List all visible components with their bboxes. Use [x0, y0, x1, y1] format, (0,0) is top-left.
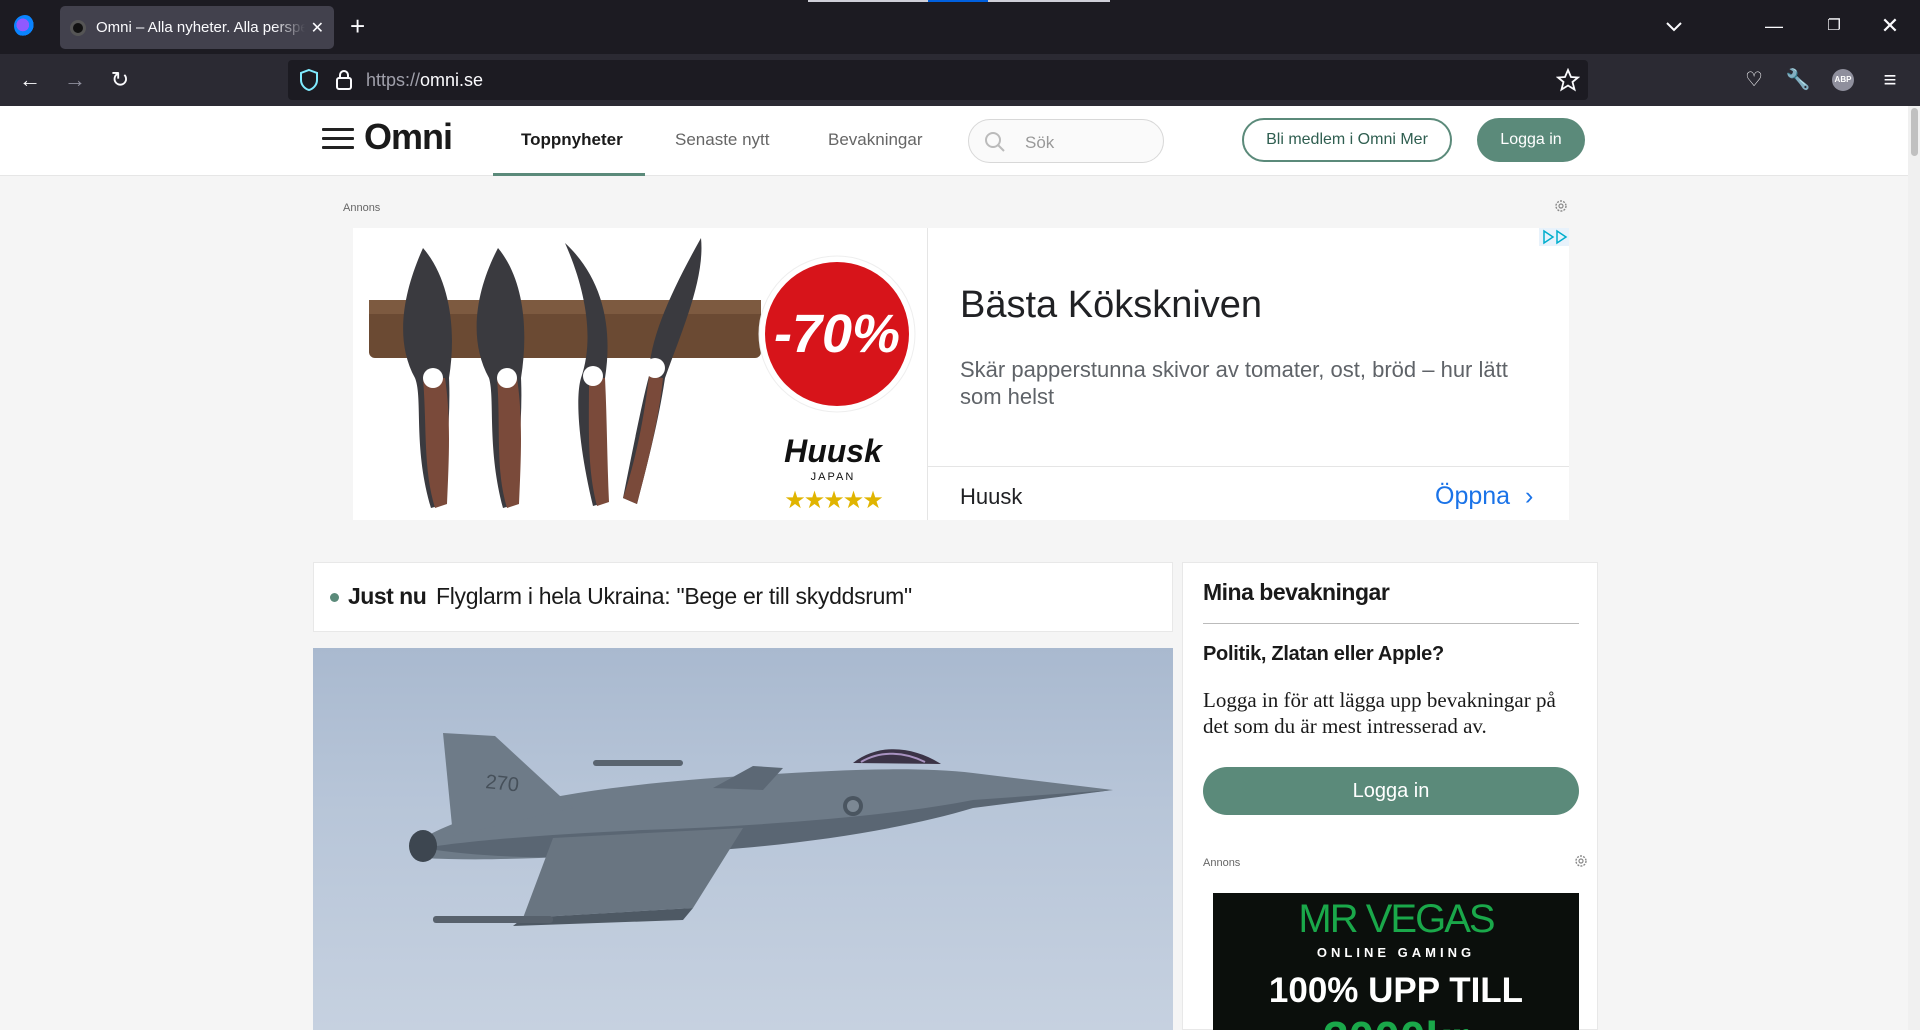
- huusk-logo: Huusk: [784, 433, 884, 469]
- reload-icon[interactable]: ↻: [106, 66, 134, 94]
- tail-number: 270: [484, 771, 519, 796]
- bookmark-star-icon[interactable]: [1556, 68, 1580, 92]
- browser-tab-bar: Omni – Alla nyheter. Alla perspektiv. ✕ …: [0, 0, 1920, 54]
- omni-favicon-icon: [70, 19, 86, 36]
- ad-advertiser: Huusk: [960, 484, 1023, 509]
- casino-advertisement[interactable]: MR VEGAS ONLINE GAMING 100% UPP TILL 300…: [1213, 893, 1579, 1030]
- minimize-icon[interactable]: —: [1762, 14, 1786, 38]
- tab-close-icon[interactable]: ✕: [311, 18, 324, 38]
- search-icon: [985, 132, 1005, 152]
- tab-senaste-nytt[interactable]: Senaste nytt: [675, 130, 770, 150]
- site-header: Omni Toppnyheter Senaste nytt Bevakninga…: [0, 106, 1908, 176]
- casino-amount: 3000kr: [1213, 1011, 1579, 1030]
- panel-login-button[interactable]: Logga in: [1203, 767, 1579, 815]
- site-menu-icon[interactable]: [322, 128, 354, 152]
- drag-indicator: [808, 0, 1110, 2]
- menu-hamburger-icon[interactable]: ≡: [1876, 66, 1904, 94]
- omni-logo[interactable]: Omni: [364, 116, 453, 158]
- search-placeholder: Sök: [1025, 133, 1055, 152]
- adchoices-icon[interactable]: [1539, 228, 1569, 246]
- ad-open-link[interactable]: Öppna ›: [1435, 482, 1533, 511]
- side-ad-label: Annons: [1203, 857, 1241, 869]
- side-ad-settings-gear-icon[interactable]: [1573, 853, 1589, 869]
- lock-icon[interactable]: [334, 68, 354, 92]
- search-input[interactable]: Sök: [968, 119, 1164, 163]
- url-text[interactable]: https://omni.se: [366, 70, 483, 91]
- chevron-right-icon: ›: [1525, 482, 1534, 510]
- casino-logo: MR VEGAS: [1298, 897, 1495, 941]
- browser-tab-active[interactable]: Omni – Alla nyheter. Alla perspektiv. ✕: [60, 6, 334, 49]
- login-button[interactable]: Logga in: [1477, 118, 1585, 162]
- page-scrollbar[interactable]: [1908, 106, 1920, 1030]
- ad-description: Skär papperstunna skivor av tomater, ost…: [960, 357, 1508, 409]
- restore-icon[interactable]: ❐: [1822, 14, 1846, 38]
- close-window-icon[interactable]: ✕: [1878, 14, 1902, 38]
- wrench-icon[interactable]: 🔧: [1784, 66, 1812, 94]
- back-arrow-icon[interactable]: ←: [16, 66, 44, 94]
- tab-title: Omni – Alla nyheter. Alla perspektiv.: [96, 19, 305, 36]
- become-member-button[interactable]: Bli medlem i Omni Mer: [1242, 118, 1452, 162]
- live-dot-icon: [330, 593, 339, 602]
- panel-subtitle: Politik, Zlatan eller Apple?: [1203, 643, 1444, 665]
- huusk-logo-sub: JAPAN: [811, 471, 856, 483]
- ad-title[interactable]: Bästa Kökskniven: [960, 284, 1262, 327]
- new-tab-button[interactable]: +: [350, 12, 365, 40]
- just-now-label: Just nu: [348, 583, 427, 609]
- knife-ad-image[interactable]: -70% Huusk JAPAN ★★★★★: [353, 228, 927, 520]
- top-advertisement[interactable]: -70% Huusk JAPAN ★★★★★ Bästa Kökskniven …: [353, 228, 1569, 520]
- panel-title: Mina bevakningar: [1203, 579, 1390, 605]
- shield-icon[interactable]: [298, 68, 320, 92]
- tab-toppnyheter[interactable]: Toppnyheter: [521, 130, 623, 150]
- address-bar[interactable]: https://omni.se: [288, 60, 1588, 100]
- my-subscriptions-panel: Mina bevakningar Politik, Zlatan eller A…: [1182, 562, 1598, 1030]
- tab-bevakningar[interactable]: Bevakningar: [828, 130, 923, 150]
- pocket-icon[interactable]: ♡: [1740, 66, 1768, 94]
- adblock-plus-icon[interactable]: ABP: [1832, 69, 1854, 91]
- rating-stars: ★★★★★: [784, 486, 882, 514]
- web-page: Omni Toppnyheter Senaste nytt Bevakninga…: [0, 106, 1920, 1030]
- ad-label: Annons: [343, 202, 381, 214]
- discount-badge: -70%: [774, 304, 900, 364]
- panel-body: Logga in för att lägga upp bevakningar p…: [1203, 688, 1556, 738]
- fighter-jet-image: 270: [409, 733, 1113, 926]
- active-tab-underline: [493, 173, 645, 176]
- breaking-headline[interactable]: Flyglarm i hela Ukraina: "Bege er till s…: [436, 583, 912, 610]
- knives-illustration: [403, 238, 702, 508]
- ad-settings-gear-icon[interactable]: [1553, 198, 1569, 214]
- forward-arrow-icon[interactable]: →: [61, 66, 89, 94]
- casino-offer: 100% UPP TILL: [1268, 971, 1524, 1010]
- breaking-news-bar[interactable]: Just nu Flyglarm i hela Ukraina: "Bege e…: [313, 562, 1173, 632]
- tab-list-chevron-icon[interactable]: [1664, 16, 1684, 36]
- casino-tagline: ONLINE GAMING: [1316, 945, 1476, 960]
- hero-article-image[interactable]: 270: [313, 648, 1173, 1030]
- firefox-icon[interactable]: [14, 15, 36, 37]
